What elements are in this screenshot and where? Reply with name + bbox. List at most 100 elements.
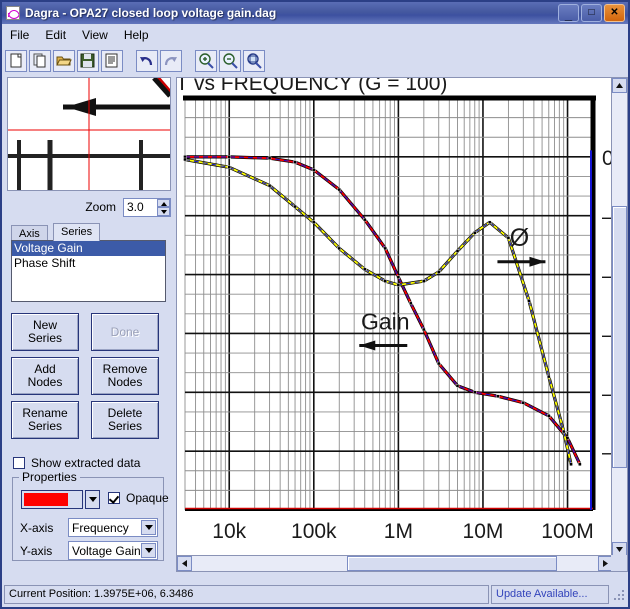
panel-tabs: Axis Series <box>11 223 171 241</box>
menu-edit[interactable]: Edit <box>45 28 66 42</box>
x-axis-row: X-axis Frequency <box>20 518 158 537</box>
new-file-button[interactable] <box>5 50 27 72</box>
zoom-region-button[interactable] <box>243 50 265 72</box>
series-color-dropdown-button[interactable] <box>85 490 100 509</box>
svg-text:100k: 100k <box>291 520 337 543</box>
new-series-button[interactable]: NewSeries <box>11 313 79 351</box>
menu-bar: File Edit View Help <box>2 24 628 46</box>
svg-text:Ø: Ø <box>510 224 529 252</box>
save-button[interactable] <box>77 50 99 72</box>
opaque-label: Opaque <box>126 491 169 505</box>
resize-grip[interactable] <box>612 588 626 602</box>
properties-legend: Properties <box>19 470 80 484</box>
app-waveform-icon <box>6 6 20 20</box>
svg-text:100M: 100M <box>541 520 594 543</box>
update-available-link[interactable]: Update Available... <box>491 585 609 604</box>
minimize-button[interactable]: _ <box>558 4 579 22</box>
menu-help[interactable]: Help <box>124 28 149 42</box>
remove-nodes-button[interactable]: RemoveNodes <box>91 357 159 395</box>
delete-series-label: DeleteSeries <box>108 407 143 433</box>
graph-viewer[interactable]: IFT vs FREQUENCY (G = 100) 0–45–90–135–1… <box>176 77 628 572</box>
svg-text:Gain: Gain <box>361 309 410 335</box>
series-listbox[interactable]: Voltage Gain Phase Shift <box>11 240 166 302</box>
left-panel: Zoom 3.0 Axis Series Voltage Gain Phase … <box>4 77 174 572</box>
scroll-up-button[interactable] <box>612 78 627 93</box>
undo-button[interactable] <box>136 50 158 72</box>
series-color-button[interactable] <box>21 490 83 509</box>
menu-view[interactable]: View <box>82 28 108 42</box>
opaque-row[interactable]: Opaque <box>108 491 169 505</box>
list-item-phase-shift[interactable]: Phase Shift <box>12 256 165 271</box>
chevron-down-icon <box>145 525 153 530</box>
list-item-voltage-gain[interactable]: Voltage Gain <box>12 241 165 256</box>
vertical-scrollbar[interactable] <box>611 78 627 557</box>
y-axis-row: Y-axis Voltage Gain <box>20 541 158 560</box>
y-axis-dropdown-button[interactable] <box>141 543 156 558</box>
show-extracted-data-checkbox[interactable] <box>13 457 25 469</box>
minimize-icon: _ <box>559 5 578 21</box>
show-extracted-data-row[interactable]: Show extracted data <box>13 456 140 470</box>
zoom-stepper[interactable]: 3.0 <box>123 198 171 217</box>
rename-series-label: RenameSeries <box>22 407 67 433</box>
rename-series-button[interactable]: RenameSeries <box>11 401 79 439</box>
zoom-spin-buttons[interactable] <box>157 199 170 216</box>
series-action-buttons: NewSeries Done AddNodes RemoveNodes Rena… <box>11 313 169 445</box>
close-button[interactable]: ✕ <box>604 4 625 22</box>
window-controls: _ □ ✕ <box>558 4 625 22</box>
done-label: Done <box>111 326 140 339</box>
zoom-control-row: Zoom 3.0 <box>4 195 171 219</box>
delete-series-button[interactable]: DeleteSeries <box>91 401 159 439</box>
horizontal-scroll-thumb[interactable] <box>347 556 557 571</box>
menu-file[interactable]: File <box>10 28 29 42</box>
x-axis-label: X-axis <box>20 521 68 535</box>
add-nodes-button[interactable]: AddNodes <box>11 357 79 395</box>
graph-canvas[interactable]: IFT vs FREQUENCY (G = 100) 0–45–90–135–1… <box>177 78 613 557</box>
y-axis-select[interactable]: Voltage Gain <box>68 541 158 560</box>
chevron-down-icon <box>89 497 97 502</box>
current-position-status: Current Position: 1.3975E+06, 6.3486 <box>4 585 489 604</box>
x-axis-dropdown-button[interactable] <box>141 520 156 535</box>
chart-title: IFT vs FREQUENCY (G = 100) <box>176 77 447 96</box>
vertical-scroll-thumb[interactable] <box>612 206 627 468</box>
show-extracted-data-label: Show extracted data <box>31 456 140 470</box>
report-button[interactable] <box>101 50 123 72</box>
status-bar: Current Position: 1.3975E+06, 6.3486 Upd… <box>4 584 626 605</box>
tab-axis[interactable]: Axis <box>11 225 48 241</box>
maximize-icon: □ <box>582 5 601 21</box>
svg-text:10M: 10M <box>463 520 504 543</box>
chevron-down-icon <box>145 548 153 553</box>
magnifier-preview <box>7 77 171 191</box>
triangle-left-icon <box>182 560 187 567</box>
x-axis-select[interactable]: Frequency <box>68 518 158 537</box>
zoom-out-button[interactable] <box>219 50 241 72</box>
properties-group: Properties Opaque X-axis Frequency Y-axi… <box>12 477 164 561</box>
toolbar <box>2 46 628 75</box>
bode-plot[interactable]: 0–45–90–135–180–22510k100k1M10M100MGainØ <box>177 78 613 557</box>
redo-button[interactable] <box>160 50 182 72</box>
tab-series[interactable]: Series <box>53 223 100 241</box>
new-series-label: NewSeries <box>28 319 62 345</box>
zoom-in-button[interactable] <box>195 50 217 72</box>
y-axis-value: Voltage Gain <box>69 544 141 558</box>
opaque-checkbox[interactable] <box>108 492 120 504</box>
done-button[interactable]: Done <box>91 313 159 351</box>
scrollbar-corner <box>611 555 627 571</box>
title-bar: Dagra - OPA27 closed loop voltage gain.d… <box>2 2 628 24</box>
copy-button[interactable] <box>29 50 51 72</box>
triangle-down-icon <box>616 547 623 552</box>
y-axis-label: Y-axis <box>20 544 68 558</box>
horizontal-scrollbar[interactable] <box>177 555 613 571</box>
zoom-increase-icon[interactable] <box>157 199 170 208</box>
add-nodes-label: AddNodes <box>28 363 63 389</box>
zoom-decrease-icon[interactable] <box>157 207 170 216</box>
scroll-left-button[interactable] <box>177 556 192 571</box>
close-icon: ✕ <box>605 5 624 21</box>
triangle-up-icon <box>616 83 623 88</box>
maximize-button[interactable]: □ <box>581 4 602 22</box>
svg-text:10k: 10k <box>212 520 246 543</box>
svg-text:1M: 1M <box>384 520 413 543</box>
open-folder-button[interactable] <box>53 50 75 72</box>
series-color-swatch <box>24 493 68 506</box>
window-title: Dagra - OPA27 closed loop voltage gain.d… <box>25 6 276 20</box>
remove-nodes-label: RemoveNodes <box>103 363 148 389</box>
